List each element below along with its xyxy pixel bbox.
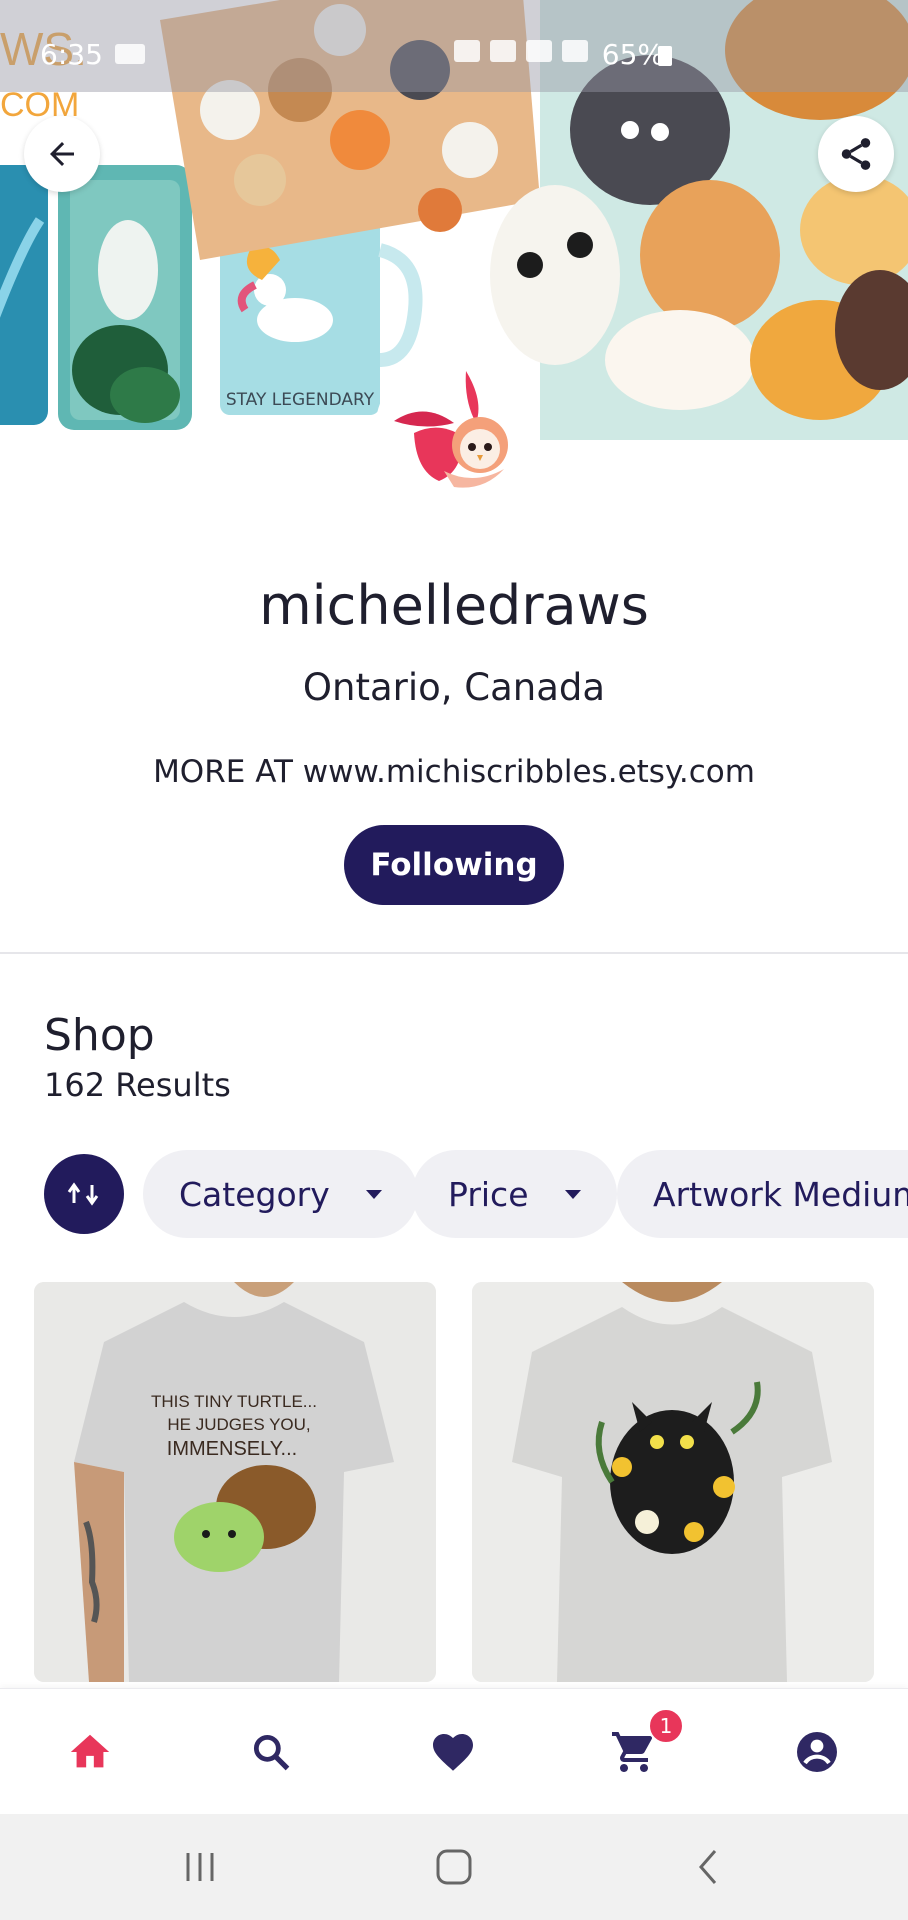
svg-text:HE JUDGES YOU,: HE JUDGES YOU, <box>167 1415 310 1434</box>
search-icon <box>253 1734 290 1771</box>
nav-cart[interactable] <box>579 1689 689 1815</box>
video-camera-icon <box>115 44 145 64</box>
filter-chip-label: Artwork Medium <box>653 1174 908 1214</box>
filter-bar: Category Price Artwork Medium <box>0 1150 908 1240</box>
share-button[interactable] <box>818 116 894 192</box>
product-grid: THIS TINY TURTLE... HE JUDGES YOU, IMMEN… <box>0 1282 908 1682</box>
home-system-button[interactable] <box>404 1814 504 1920</box>
status-bar: 6:35 65% <box>0 0 908 92</box>
shop-name: michelledraws <box>259 574 649 637</box>
battery-icon <box>658 46 672 66</box>
cart-count-badge: 1 <box>648 1708 684 1744</box>
product-card[interactable] <box>472 1282 874 1682</box>
recent-apps-icon <box>186 1853 214 1881</box>
filter-chip-label: Category <box>179 1174 330 1214</box>
results-count: 162 Results <box>44 1066 231 1104</box>
filter-chip-category[interactable]: Category <box>143 1150 418 1238</box>
mute-icon <box>490 40 516 62</box>
signal-icon <box>562 40 588 62</box>
shop-location: Ontario, Canada <box>302 666 606 709</box>
account-icon <box>797 1732 837 1772</box>
following-button[interactable]: Following <box>344 825 564 905</box>
nav-search[interactable] <box>216 1689 326 1815</box>
status-time: 6:35 <box>40 38 103 71</box>
shop-avatar <box>375 352 533 510</box>
status-icons <box>454 40 588 62</box>
nav-favorites[interactable] <box>398 1689 508 1815</box>
wifi-icon <box>526 40 552 62</box>
home-square-icon <box>436 1849 472 1885</box>
system-back-button[interactable] <box>658 1814 758 1920</box>
caret-down-icon <box>365 1189 382 1199</box>
product-image: THIS TINY TURTLE... HE JUDGES YOU, IMMEN… <box>34 1282 436 1682</box>
recent-apps-button[interactable] <box>150 1814 250 1920</box>
arrow-left-icon <box>50 142 74 166</box>
shop-bio: MORE AT www.michiscribbles.etsy.com <box>153 754 755 790</box>
sort-button[interactable] <box>44 1154 124 1234</box>
filter-chip-price[interactable]: Price <box>412 1150 617 1238</box>
bluetooth-icon <box>454 40 480 62</box>
svg-text:IMMENSELY...: IMMENSELY... <box>167 1438 297 1460</box>
svg-text:STAY LEGENDARY: STAY LEGENDARY <box>226 390 375 410</box>
battery-percent: 65% <box>601 38 664 71</box>
nav-account[interactable] <box>762 1689 872 1815</box>
nav-home[interactable] <box>35 1689 145 1815</box>
svg-text:THIS TINY TURTLE...: THIS TINY TURTLE... <box>151 1392 317 1411</box>
chevron-left-icon <box>699 1850 717 1884</box>
filter-chip-label: Price <box>448 1174 529 1214</box>
bottom-nav <box>0 1688 908 1814</box>
heart-icon <box>433 1734 473 1771</box>
product-card[interactable]: THIS TINY TURTLE... HE JUDGES YOU, IMMEN… <box>34 1282 436 1682</box>
section-divider <box>0 952 908 954</box>
back-button[interactable] <box>24 116 100 192</box>
system-nav-bar <box>0 1814 908 1920</box>
sort-arrows-icon <box>67 1182 99 1206</box>
product-image <box>472 1282 874 1682</box>
share-icon <box>841 138 871 170</box>
caret-down-icon <box>564 1189 581 1199</box>
filter-chip-artwork-medium[interactable]: Artwork Medium <box>617 1150 908 1238</box>
owl-logo <box>394 371 508 488</box>
shop-section-title: Shop <box>44 1010 155 1061</box>
home-icon <box>70 1734 110 1768</box>
